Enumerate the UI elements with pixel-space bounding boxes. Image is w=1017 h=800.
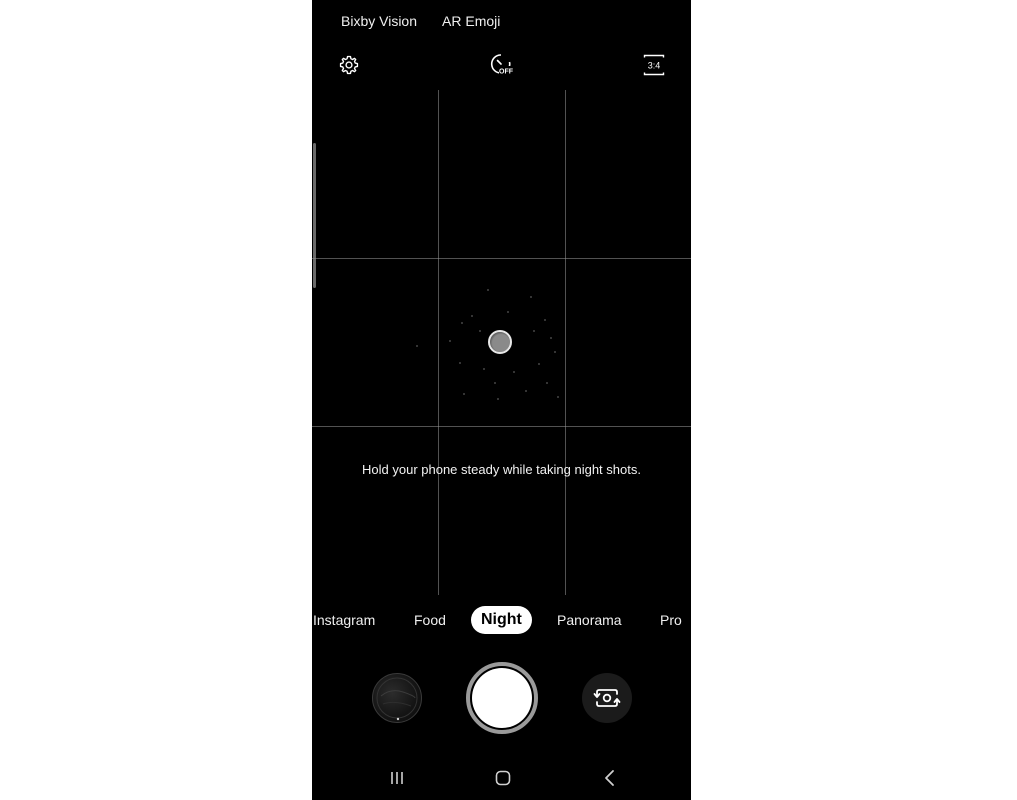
home-icon <box>495 770 511 786</box>
gallery-thumbnail[interactable] <box>372 673 422 723</box>
camera-screen: Bixby Vision AR Emoji OFF 3:4 Hold your … <box>312 0 691 800</box>
mode-pro[interactable]: Pro <box>660 606 682 634</box>
mode-night[interactable]: Night <box>471 606 532 634</box>
night-mode-hint: Hold your phone steady while taking nigh… <box>362 462 641 477</box>
mode-instagram[interactable]: Instagram <box>313 606 375 634</box>
shutter-button[interactable] <box>466 662 538 734</box>
back-button[interactable] <box>598 766 622 790</box>
recents-icon <box>391 772 403 784</box>
back-icon <box>605 770 614 786</box>
gallery-preview-image <box>376 677 418 721</box>
switch-camera-button[interactable] <box>582 673 632 723</box>
focus-indicator <box>488 330 512 354</box>
home-button[interactable] <box>491 766 515 790</box>
shutter-button-inner <box>472 668 532 728</box>
mode-panorama[interactable]: Panorama <box>557 606 622 634</box>
mode-selector: Instagram Food Night Panorama Pro <box>312 606 691 634</box>
recents-button[interactable] <box>385 766 409 790</box>
mode-food[interactable]: Food <box>414 606 446 634</box>
system-navigation-bar <box>312 760 691 796</box>
switch-camera-icon <box>593 689 621 707</box>
